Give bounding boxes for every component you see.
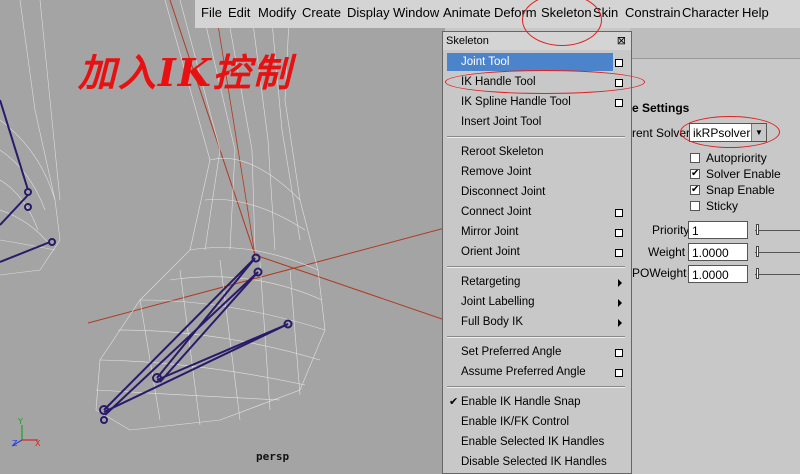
menu-item-orient-joint[interactable]: Orient Joint [461, 246, 520, 258]
menu-modify[interactable]: Modify [258, 5, 296, 20]
priority-label: Priority [652, 223, 690, 237]
menu-create[interactable]: Create [302, 5, 341, 20]
solver-enable-checkbox[interactable]: ✔ [690, 169, 700, 179]
menu-separator [447, 266, 625, 268]
priority-slider-handle[interactable] [756, 224, 759, 235]
option-box-icon[interactable] [615, 249, 623, 257]
option-box-icon[interactable] [615, 99, 623, 107]
poweight-slider-track[interactable] [755, 274, 800, 275]
autopriority-checkbox[interactable] [690, 153, 700, 163]
option-box-icon[interactable] [615, 59, 623, 67]
poweight-label: POWeight [632, 266, 687, 280]
menu-item-retargeting[interactable]: Retargeting [461, 276, 520, 288]
settings-section-label: e Settings [632, 101, 690, 115]
camera-label: persp [256, 450, 290, 463]
menu-separator [447, 336, 625, 338]
menu-item-enable-selected-ik-handles[interactable]: Enable Selected IK Handles [461, 436, 604, 448]
menu-item-set-preferred-angle[interactable]: Set Preferred Angle [461, 346, 561, 358]
attribute-panel-header [630, 28, 800, 59]
menu-skin[interactable]: Skin [593, 5, 618, 20]
submenu-arrow-icon [618, 299, 622, 307]
menu-deform[interactable]: Deform [494, 5, 537, 20]
menu-item-disable-selected-ik-handles[interactable]: Disable Selected IK Handles [461, 456, 607, 468]
menu-separator [447, 386, 625, 388]
axis-x-label: X [35, 439, 41, 448]
menu-separator [447, 136, 625, 138]
menu-item-enable-ik-fk-control[interactable]: Enable IK/FK Control [461, 416, 569, 428]
weight-slider-handle[interactable] [756, 246, 759, 257]
menu-file[interactable]: File [201, 5, 222, 20]
solver-enable-label: Solver Enable [706, 167, 781, 181]
menu-animate[interactable]: Animate [443, 5, 491, 20]
option-box-icon[interactable] [615, 209, 623, 217]
menu-item-enable-ik-handle-snap[interactable]: Enable IK Handle Snap [461, 396, 581, 408]
option-box-icon[interactable] [615, 349, 623, 357]
solver-label: rent Solver [632, 126, 691, 140]
checkmark-icon: ✔ [449, 395, 459, 408]
priority-field[interactable]: 1 [688, 221, 748, 239]
menu-item-connect-joint[interactable]: Connect Joint [461, 206, 531, 218]
menu-item-assume-preferred-angle[interactable]: Assume Preferred Angle [461, 366, 586, 378]
solver-dropdown[interactable]: ikRPsolver ▼ [689, 123, 767, 142]
skeleton-menu-tearoff[interactable]: Skeleton ⊠ [443, 32, 631, 50]
sticky-label: Sticky [706, 199, 739, 213]
menu-item-reroot-skeleton[interactable]: Reroot Skeleton [461, 146, 543, 158]
weight-label: Weight [648, 245, 686, 259]
axis-z-label: Z [12, 439, 18, 448]
main-menubar: File Edit Modify Create Display Window A… [195, 0, 800, 28]
menu-skeleton[interactable]: Skeleton [541, 5, 592, 20]
menu-help[interactable]: Help [742, 5, 769, 20]
menu-item-ik-spline-handle-tool[interactable]: IK Spline Handle Tool [461, 96, 571, 108]
menu-character[interactable]: Character [682, 5, 739, 20]
skeleton-menu: Skeleton ⊠ Joint Tool IK Handle Tool IK … [442, 31, 632, 474]
menu-item-joint-labelling[interactable]: Joint Labelling [461, 296, 535, 308]
menu-item-mirror-joint[interactable]: Mirror Joint [461, 226, 519, 238]
poweight-slider-handle[interactable] [756, 268, 759, 279]
poweight-field[interactable]: 1.0000 [688, 265, 748, 283]
menu-item-joint-tool[interactable]: Joint Tool [461, 56, 509, 68]
menu-item-disconnect-joint[interactable]: Disconnect Joint [461, 186, 545, 198]
submenu-arrow-icon [618, 279, 622, 287]
snap-enable-label: Snap Enable [706, 183, 775, 197]
menu-constrain[interactable]: Constrain [625, 5, 681, 20]
submenu-arrow-icon [618, 319, 622, 327]
menu-window[interactable]: Window [393, 5, 439, 20]
option-box-icon[interactable] [615, 229, 623, 237]
menu-display[interactable]: Display [347, 5, 390, 20]
close-icon[interactable]: ⊠ [617, 34, 626, 47]
skeleton-menu-title: Skeleton [446, 35, 489, 47]
option-box-icon[interactable] [615, 79, 623, 87]
menu-item-full-body-ik[interactable]: Full Body IK [461, 316, 523, 328]
weight-slider-track[interactable] [755, 252, 800, 253]
perspective-viewport[interactable]: Y Z X 加入IK控制 persp [0, 0, 445, 474]
axis-y-label: Y [17, 417, 23, 426]
sticky-checkbox[interactable] [690, 201, 700, 211]
autopriority-label: Autopriority [706, 151, 767, 165]
priority-slider-track[interactable] [755, 230, 800, 231]
snap-enable-checkbox[interactable]: ✔ [690, 185, 700, 195]
solver-value: ikRPsolver [693, 126, 751, 140]
menu-item-insert-joint-tool[interactable]: Insert Joint Tool [461, 116, 541, 128]
weight-field[interactable]: 1.0000 [688, 243, 748, 261]
dropdown-arrow-icon: ▼ [751, 124, 766, 141]
overlay-chinese-title: 加入IK控制 [78, 50, 293, 95]
menu-edit[interactable]: Edit [228, 5, 250, 20]
menu-item-remove-joint[interactable]: Remove Joint [461, 166, 531, 178]
menu-item-ik-handle-tool[interactable]: IK Handle Tool [461, 76, 536, 88]
option-box-icon[interactable] [615, 369, 623, 377]
